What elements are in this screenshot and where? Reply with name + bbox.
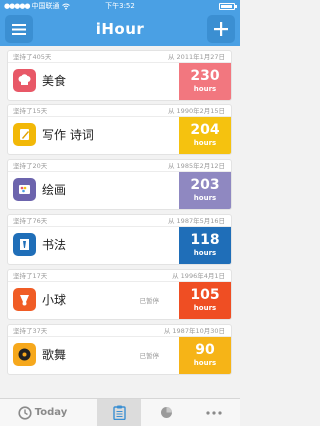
app-title: iHour [95, 20, 145, 38]
hours-value: 118 [190, 232, 220, 248]
pencil-icon [13, 123, 36, 146]
start-date: 从 1990年2月15日 [167, 107, 225, 115]
persist-days: 坚持了20天 [13, 162, 48, 170]
hours-counter: 118 hours [179, 227, 231, 264]
pie-chart-icon [160, 407, 172, 418]
activity-name: 歌舞 [42, 348, 67, 362]
activity-card[interactable]: 坚持了20天 从 1985年2月12日 绘画 203 hours [7, 159, 232, 210]
activity-name: 绘画 [42, 183, 67, 197]
hours-value: 230 [190, 68, 220, 84]
more-icon [206, 410, 222, 415]
hours-counter: 203 hours [179, 172, 231, 209]
persist-days: 坚持了76天 [13, 217, 48, 225]
hours-unit: hours [193, 139, 217, 147]
persist-days: 坚持了15天 [13, 107, 48, 115]
nav-bar: iHour [0, 12, 240, 46]
clock-icon [18, 405, 32, 420]
paused-label: 已暂停 [139, 297, 160, 305]
start-date: 从 1987年5月16日 [167, 217, 225, 225]
battery-icon [219, 3, 237, 10]
activity-name: 小球 [42, 293, 67, 307]
tab-stats[interactable] [145, 399, 187, 426]
activity-card[interactable]: 坚持了37天 从 1987年10月30日 歌舞 已暂停 90 hours [7, 324, 232, 375]
persist-days: 坚持了405天 [13, 53, 52, 61]
card-header: 坚持了37天 从 1987年10月30日 [8, 325, 231, 337]
hours-unit: hours [193, 249, 217, 257]
shuttlecock-icon [13, 288, 36, 311]
card-header: 坚持了76天 从 1987年5月16日 [8, 215, 231, 227]
hours-unit: hours [193, 359, 217, 367]
tab-today[interactable]: Today [0, 399, 85, 426]
start-date: 从 1996年4月1日 [172, 272, 225, 280]
palette-icon [13, 178, 36, 201]
start-date: 从 1985年2月12日 [167, 162, 225, 170]
hours-value: 105 [190, 287, 220, 303]
card-header: 坚持了17天 从 1996年4月1日 [8, 270, 231, 282]
persist-days: 坚持了37天 [13, 327, 48, 335]
activity-card[interactable]: 坚持了15天 从 1990年2月15日 写作 诗词 204 hours [7, 104, 232, 155]
card-header: 坚持了15天 从 1990年2月15日 [8, 105, 231, 117]
header: ●●●●● 中国联通 下午3:52 iHour [0, 0, 240, 46]
activity-card[interactable]: 坚持了405天 从 2011年1月27日 美食 230 hours [7, 50, 232, 101]
tab-more[interactable] [192, 399, 236, 426]
music-icon [13, 343, 36, 366]
tab-list[interactable] [97, 399, 141, 426]
clipboard-icon [112, 405, 126, 420]
hours-unit: hours [193, 85, 217, 93]
status-time: 下午3:52 [105, 2, 135, 10]
add-button[interactable] [207, 15, 235, 43]
activity-name: 美食 [42, 74, 67, 88]
chef-hat-icon [13, 69, 36, 92]
card-header: 坚持了405天 从 2011年1月27日 [8, 51, 231, 63]
plus-icon [214, 22, 228, 36]
paused-label: 已暂停 [139, 352, 160, 360]
start-date: 从 2011年1月27日 [167, 53, 225, 61]
hours-value: 203 [190, 177, 220, 193]
brush-icon [13, 233, 36, 256]
hours-counter: 105 hours [179, 282, 231, 319]
card-header: 坚持了20天 从 1985年2月12日 [8, 160, 231, 172]
tab-today-label: Today [34, 407, 68, 418]
hours-unit: hours [193, 194, 217, 202]
hours-value: 90 [195, 342, 215, 358]
hours-value: 204 [190, 122, 220, 138]
hours-unit: hours [193, 304, 217, 312]
tab-bar: Today [0, 398, 240, 426]
activity-card[interactable]: 坚持了17天 从 1996年4月1日 小球 已暂停 105 hours [7, 269, 232, 320]
start-date: 从 1987年10月30日 [163, 327, 225, 335]
hours-counter: 90 hours [179, 337, 231, 374]
status-bar: ●●●●● 中国联通 下午3:52 [0, 0, 240, 12]
activity-name: 写作 诗词 [42, 128, 94, 142]
activity-name: 书法 [42, 238, 67, 252]
persist-days: 坚持了17天 [13, 272, 48, 280]
hours-counter: 230 hours [179, 63, 231, 100]
hours-counter: 204 hours [179, 117, 231, 154]
activity-card[interactable]: 坚持了76天 从 1987年5月16日 书法 118 hours [7, 214, 232, 265]
